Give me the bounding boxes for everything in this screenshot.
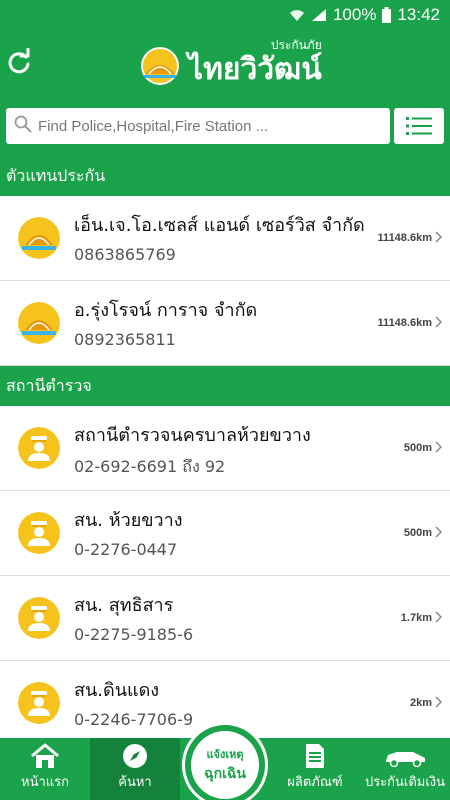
- item-distance: 2km: [409, 697, 432, 709]
- list-item[interactable]: สน. ห้วยขวาง 0-2276-0447 500m: [0, 491, 450, 576]
- item-title: เอ็น.เจ.โอ.เซลส์ แอนด์ เซอร์วิส จำกัด: [74, 215, 365, 236]
- list-item[interactable]: เอ็น.เจ.โอ.เซลส์ แอนด์ เซอร์วิส จำกัด 08…: [0, 196, 450, 281]
- police-officer-icon: [18, 512, 60, 554]
- police-officer-icon: [18, 682, 60, 724]
- chevron-right-icon: [435, 696, 442, 708]
- home-icon: [31, 743, 59, 768]
- list-item[interactable]: สถานีตำรวจนครบาลห้วยขวาง 02-692-6691 ถึง…: [0, 406, 450, 491]
- nav-home[interactable]: หน้าแรก: [0, 738, 90, 800]
- search-input[interactable]: Find Police,Hospital,Fire Station ...: [6, 108, 390, 144]
- insurance-agent-list: เอ็น.เจ.โอ.เซลส์ แอนด์ เซอร์วิส จำกัด 08…: [0, 196, 450, 366]
- signal-icon: [311, 8, 327, 22]
- insurance-logo-icon: [18, 302, 60, 344]
- battery-percent: 100%: [332, 5, 377, 24]
- police-station-list: สถานีตำรวจนครบาลห้วยขวาง 02-692-6691 ถึง…: [0, 406, 450, 746]
- chevron-right-icon: [435, 231, 442, 243]
- battery-icon: [382, 7, 392, 23]
- item-phone[interactable]: 0892365811: [74, 330, 176, 349]
- police-officer-icon: [18, 427, 60, 469]
- item-distance: 500m: [403, 527, 432, 539]
- chevron-right-icon: [435, 316, 442, 328]
- brand-emblem-icon: [141, 47, 179, 85]
- compass-icon: [123, 744, 147, 768]
- police-officer-icon: [18, 597, 60, 639]
- list-icon: [406, 117, 432, 135]
- item-title: สถานีตำรวจนครบาลห้วยขวาง: [74, 425, 311, 446]
- nav-home-label: หน้าแรก: [21, 775, 69, 790]
- item-phone[interactable]: 0-2246-7706-9: [74, 710, 193, 729]
- item-title: อ.รุ่งโรจน์ การาจ จำกัด: [74, 300, 258, 321]
- brand-logo: ประกันภัย ไทยวิวัฒน์: [140, 38, 322, 92]
- status-bar: 100% 13:42: [0, 0, 450, 30]
- list-view-button[interactable]: [394, 108, 444, 144]
- emergency-label-line1: แจ้งเหตุ: [206, 748, 244, 761]
- item-distance: 11148.6km: [377, 232, 432, 244]
- car-icon: [386, 752, 425, 768]
- item-phone[interactable]: 0-2276-0447: [74, 540, 177, 559]
- nav-products[interactable]: ผลิตภัณฑ์: [270, 738, 360, 800]
- item-title: สน. ห้วยขวาง: [74, 510, 183, 531]
- item-phone[interactable]: 02-692-6691 ถึง 92: [74, 455, 225, 480]
- item-title: สน. สุทธิสาร: [74, 595, 174, 616]
- brand-tagline: ประกันภัย: [270, 38, 322, 52]
- item-phone[interactable]: 0-2275-9185-6: [74, 625, 193, 644]
- clock: 13:42: [397, 5, 440, 24]
- emergency-button[interactable]: แจ้งเหตุ ฉุกเฉิน: [182, 722, 268, 800]
- insurance-logo-icon: [18, 217, 60, 259]
- section-header-police-stations: สถานีตำรวจ: [0, 366, 450, 406]
- chevron-right-icon: [435, 441, 442, 453]
- item-distance: 1.7km: [400, 612, 432, 624]
- section-header-insurance-agents: ตัวแทนประกัน: [0, 156, 450, 196]
- nav-refund[interactable]: ประกันเติมเงิน: [360, 738, 450, 800]
- wifi-icon: [289, 8, 305, 22]
- search-icon: [14, 115, 32, 137]
- nav-search-label: ค้นหา: [118, 775, 152, 790]
- search-placeholder: Find Police,Hospital,Fire Station ...: [38, 117, 269, 135]
- item-title: สน.ดินแดง: [74, 680, 160, 701]
- chevron-right-icon: [435, 526, 442, 538]
- item-distance: 11148.6km: [377, 317, 432, 329]
- nav-search[interactable]: ค้นหา: [90, 738, 180, 800]
- refresh-icon[interactable]: [4, 47, 34, 78]
- search-bar: Find Police,Hospital,Fire Station ...: [0, 100, 450, 156]
- item-phone[interactable]: 0863865769: [74, 245, 176, 264]
- emergency-label-line2: ฉุกเฉิน: [204, 766, 246, 782]
- nav-products-label: ผลิตภัณฑ์: [287, 775, 343, 790]
- list-item[interactable]: อ.รุ่งโรจน์ การาจ จำกัด 0892365811 11148…: [0, 281, 450, 366]
- chevron-right-icon: [435, 611, 442, 623]
- nav-refund-label: ประกันเติมเงิน: [364, 775, 446, 790]
- item-distance: 500m: [403, 442, 432, 454]
- app-header: ประกันภัย ไทยวิวัฒน์: [0, 30, 450, 100]
- emergency-phone-icon: แจ้งเหตุ ฉุกเฉิน: [191, 731, 259, 799]
- document-icon: [306, 744, 324, 768]
- list-item[interactable]: สน. สุทธิสาร 0-2275-9185-6 1.7km: [0, 576, 450, 661]
